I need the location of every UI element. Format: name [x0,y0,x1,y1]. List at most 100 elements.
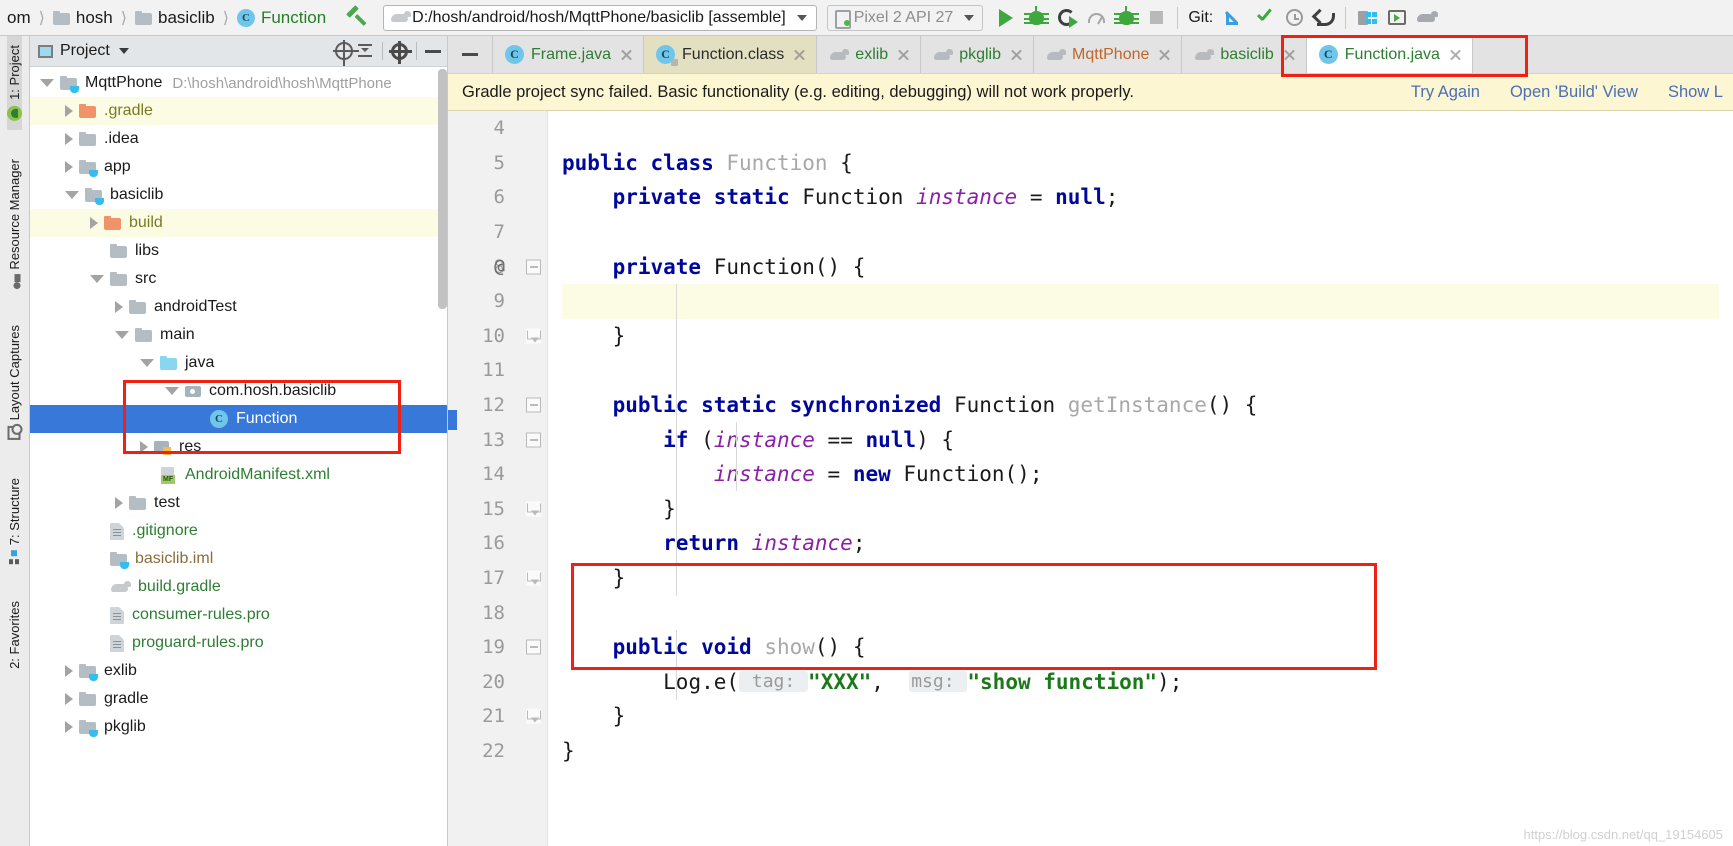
tree-expand-arrow[interactable] [140,359,154,367]
line-number-gutter[interactable]: 4 5 6 7 @8 9 10 11 12 13 14 15 16 17 18 19 20 21 22 [448,111,548,846]
code-line[interactable]: } [562,561,1733,596]
code-line[interactable]: public void show() { [562,630,1733,665]
tree-node[interactable]: res [30,433,447,461]
editor-right-gutter[interactable] [1719,111,1733,846]
tree-node[interactable]: libs [30,237,447,265]
tree-expand-arrow[interactable] [65,105,73,117]
tree-node[interactable]: basiclib [30,181,447,209]
fold-icon[interactable] [526,501,541,517]
code-line[interactable]: private Function() { [562,249,1733,284]
code-line[interactable]: } [562,699,1733,734]
tree-node[interactable]: gradle [30,685,447,713]
run-coverage-button[interactable] [1051,3,1081,33]
tree-expand-arrow[interactable] [65,693,73,705]
device-selector[interactable]: Pixel 2 API 27 [826,4,984,31]
tree-node[interactable]: test [30,489,447,517]
editor-tab-bar[interactable]: C Frame.java C Function.class exlib pkglib Mqt… [448,36,1733,73]
editor-tab[interactable]: C Function.class [644,36,818,73]
project-structure-button[interactable] [1352,3,1382,33]
sidebar-item-structure[interactable]: 7: Structure [7,469,22,572]
code-line[interactable]: return instance; [562,526,1733,561]
build-project-button[interactable] [345,7,367,29]
tree-expand-arrow[interactable] [140,441,148,453]
close-icon[interactable] [1010,48,1023,61]
target-icon[interactable] [333,40,359,66]
chevron-down-icon[interactable] [118,48,129,54]
fold-icon[interactable] [526,432,541,448]
code-line[interactable] [562,215,1733,250]
code-editor[interactable]: 4 5 6 7 @8 9 10 11 12 13 14 15 16 17 18 19 20 21 22 public… [448,111,1733,846]
tree-node[interactable]: com.hosh.basiclib [30,377,447,405]
tree-node[interactable]: java [30,349,447,377]
fold-icon[interactable] [526,328,541,344]
fold-icon[interactable] [526,708,541,724]
tree-node[interactable]: main [30,321,447,349]
breadcrumb-item-0[interactable]: om [4,8,34,28]
fold-icon[interactable] [526,570,541,586]
code-line[interactable]: public static synchronized Function getI… [562,388,1733,423]
tree-expand-arrow[interactable] [65,161,73,173]
debug-button[interactable] [1021,3,1051,33]
close-icon[interactable] [793,48,806,61]
profile-button[interactable] [1081,3,1111,33]
try-again-link[interactable]: Try Again [1411,83,1480,102]
tree-expand-arrow[interactable] [40,79,54,87]
tree-node[interactable]: .idea [30,125,447,153]
code-line[interactable]: instance = new Function(); [562,457,1733,492]
tree-expand-arrow[interactable] [65,191,79,199]
code-line[interactable] [562,111,1733,146]
tree-expand-arrow[interactable] [165,387,179,395]
code-line[interactable]: private static Function instance = null; [562,180,1733,215]
tree-node[interactable]: MqttPhone D:\hosh\android\hosh\MqttPhone [30,69,447,97]
tree-node[interactable]: exlib [30,657,447,685]
editor-tab[interactable]: basiclib [1182,36,1307,73]
editor-tab[interactable]: C Frame.java [493,36,645,73]
tree-node[interactable]: .gradle [30,97,447,125]
close-icon[interactable] [620,48,633,61]
commit-button[interactable] [1249,3,1279,33]
tree-node[interactable]: androidTest [30,293,447,321]
tree-expand-arrow[interactable] [90,217,98,229]
show-log-link[interactable]: Show L [1668,83,1723,102]
tree-node[interactable]: pkglib [30,713,447,741]
code-line[interactable] [562,353,1733,388]
tree-expand-arrow[interactable] [115,497,123,509]
tree-scrollbar[interactable] [438,69,447,309]
run-configuration-selector[interactable]: D:/hosh/android/hosh/MqttPhone/basiclib … [383,4,817,31]
fold-icon[interactable] [526,259,541,275]
project-tree[interactable]: MqttPhone D:\hosh\android\hosh\MqttPhone.… [30,67,447,846]
code-content[interactable]: public class Function { private static F… [548,111,1733,846]
close-icon[interactable] [1449,48,1462,61]
code-line[interactable] [562,283,1733,319]
tree-node[interactable]: MF AndroidManifest.xml [30,461,447,489]
breadcrumb-item-3[interactable]: C Function [234,8,329,28]
tree-node[interactable]: C Function [30,405,447,433]
fold-icon[interactable] [526,397,541,413]
tree-expand-arrow[interactable] [65,133,73,145]
close-icon[interactable] [897,48,910,61]
code-line[interactable]: } [562,734,1733,769]
breadcrumb-item-2[interactable]: basiclib [132,8,218,28]
code-line[interactable]: } [562,319,1733,354]
code-line[interactable] [562,595,1733,630]
editor-tab[interactable]: C Function.java [1306,36,1473,73]
collapse-all-icon[interactable] [356,43,374,59]
sdk-manager-button[interactable] [1412,3,1442,33]
code-line[interactable]: Log.e( tag: "XXX", msg: "show function")… [562,665,1733,700]
fold-icon[interactable] [526,639,541,655]
tree-node[interactable]: src [30,265,447,293]
rollback-button[interactable] [1309,3,1339,33]
minimize-icon[interactable] [425,49,441,53]
close-icon[interactable] [1283,48,1296,61]
editor-tab[interactable]: MqttPhone [1034,36,1183,73]
tree-expand-arrow[interactable] [90,275,104,283]
code-line[interactable]: } [562,492,1733,527]
tree-expand-arrow[interactable] [115,331,129,339]
tree-node[interactable]: .gitignore [30,517,447,545]
avd-manager-button[interactable] [1382,3,1412,33]
tree-expand-arrow[interactable] [115,301,123,313]
tree-node[interactable]: consumer-rules.pro [30,601,447,629]
sidebar-item-project[interactable]: 1: Project [7,36,22,130]
tree-expand-arrow[interactable] [65,665,73,677]
tree-expand-arrow[interactable] [65,721,73,733]
